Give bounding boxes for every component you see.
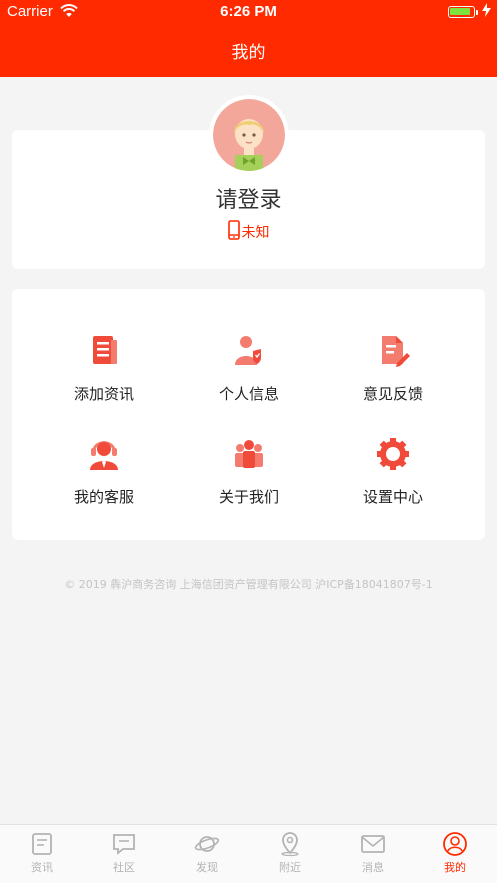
tab-label: 我的 (444, 861, 466, 874)
user-shield-icon (235, 336, 261, 365)
phone-status-row: 未知 (0, 220, 497, 242)
settings-gear-icon (377, 438, 409, 470)
avatar[interactable] (209, 95, 289, 175)
menu-feedback[interactable]: 意见反馈 (328, 331, 458, 404)
header-bar: Carrier 6:26 PM 我的 (0, 0, 497, 77)
menu-label: 我的客服 (73, 488, 134, 506)
tab-label: 消息 (362, 861, 384, 874)
feedback-edit-icon (382, 336, 410, 367)
menu-label: 添加资讯 (73, 385, 134, 403)
mail-icon (361, 835, 385, 853)
location-icon (281, 832, 299, 857)
charging-icon (482, 3, 491, 21)
menu-label: 设置中心 (362, 488, 423, 506)
phone-status-text: 未知 (241, 225, 270, 241)
planet-icon (194, 836, 220, 852)
community-icon (113, 834, 135, 855)
battery-icon (448, 6, 475, 18)
tab-label: 资讯 (31, 861, 53, 874)
menu-personal-info[interactable]: 个人信息 (184, 331, 314, 404)
tab-mine[interactable]: 我的 (415, 831, 495, 875)
tab-community[interactable]: 社区 (84, 831, 164, 875)
news-icon (32, 833, 52, 855)
phone-icon (227, 220, 240, 240)
menu-about-us[interactable]: 关于我们 (184, 434, 314, 507)
profile-icon (443, 832, 467, 856)
status-time: 6:26 PM (220, 3, 277, 20)
menu-label: 个人信息 (218, 385, 279, 403)
tab-nearby[interactable]: 附近 (250, 831, 330, 875)
menu-card: 添加资讯 个人信息 意见反馈 我的客服 关于我们 设置中心 (12, 289, 485, 540)
menu-label: 意见反馈 (362, 385, 423, 403)
login-prompt[interactable]: 请登录 (0, 182, 497, 214)
menu-customer-service[interactable]: 我的客服 (39, 434, 169, 507)
customer-service-icon (90, 441, 118, 470)
menu-settings[interactable]: 设置中心 (328, 434, 458, 507)
team-icon (235, 440, 263, 468)
page-title: 我的 (231, 43, 266, 63)
status-bar: Carrier 6:26 PM (0, 0, 497, 24)
tab-label: 附近 (279, 861, 301, 874)
menu-add-news[interactable]: 添加资讯 (39, 331, 169, 404)
tab-messages[interactable]: 消息 (333, 831, 413, 875)
tab-bar: 资讯 社区 发现 附近 消息 我的 (0, 824, 497, 883)
menu-label: 关于我们 (218, 488, 279, 506)
document-icon (93, 336, 117, 364)
tab-discover[interactable]: 发现 (167, 831, 247, 875)
copyright-text: © 2019 犇沪商务咨询 上海信团资产管理有限公司 沪ICP备18041807… (64, 578, 433, 591)
avatar-icon (213, 99, 285, 171)
tab-news[interactable]: 资讯 (2, 831, 82, 875)
tab-label: 发现 (196, 861, 218, 874)
tab-label: 社区 (113, 861, 135, 874)
